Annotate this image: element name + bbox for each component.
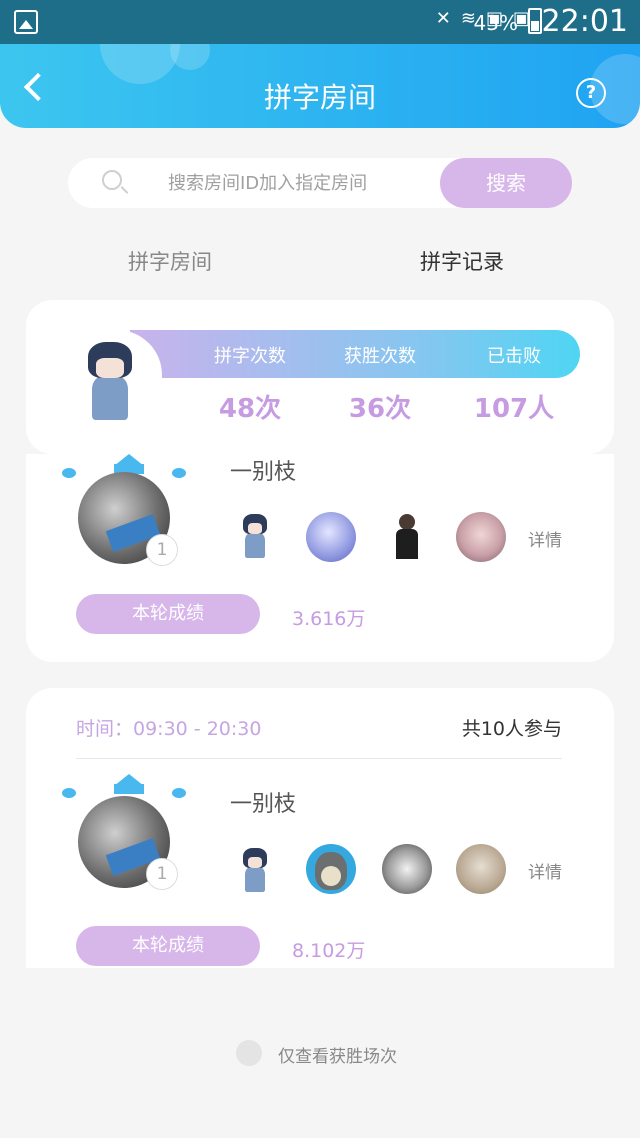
clock: 22:01: [541, 4, 628, 39]
winner-name: 一别枝: [230, 792, 297, 817]
stats-card: 拼字次数 获胜次数 已击败 48次 36次 107人: [26, 300, 614, 454]
participant-avatar: [238, 514, 272, 558]
wins-only-label[interactable]: 仅查看获胜场次: [278, 1042, 397, 1067]
round-score-value: 3.616万: [292, 608, 366, 630]
search-input[interactable]: [168, 158, 428, 208]
wing-decoration: [172, 468, 186, 478]
participant-avatar: [306, 512, 356, 562]
winner-avatar-group: 1: [62, 774, 202, 914]
page-title: 拼字房间: [263, 81, 376, 114]
participant-avatar: [382, 512, 432, 562]
gallery-icon: [14, 10, 38, 34]
details-link[interactable]: 详情: [528, 858, 562, 883]
search-bar: 搜索: [68, 158, 572, 208]
winner-avatar-group: 1: [62, 454, 202, 594]
tab-records[interactable]: 拼字记录: [420, 246, 504, 276]
stat-label-games: 拼字次数: [214, 346, 286, 367]
battery-percent: 43%: [473, 11, 518, 35]
participant-count: 共10人参与: [461, 718, 562, 740]
wing-decoration: [62, 788, 76, 798]
time-range: 时间：09:30 - 20:30: [76, 718, 262, 740]
app-header: 拼字房间 ?: [0, 44, 640, 128]
round-score-value: 8.102万: [292, 940, 366, 962]
participant-avatar: [456, 512, 506, 562]
vibrate-off-icon: ✕: [435, 8, 451, 29]
details-link[interactable]: 详情: [528, 526, 562, 551]
status-bar: ✕ ≋ ▣ ▣ 43% 22:01: [0, 0, 640, 44]
wins-only-toggle[interactable]: [236, 1040, 262, 1066]
battery-icon: [528, 8, 542, 34]
stat-value-games: 48次: [218, 394, 282, 424]
user-avatar: [78, 342, 142, 420]
participant-avatar: [382, 844, 432, 894]
crown-icon: [114, 774, 144, 794]
divider: [76, 758, 562, 759]
participant-avatar: [456, 844, 506, 894]
participant-avatar: [306, 844, 356, 894]
wing-decoration: [172, 788, 186, 798]
wing-decoration: [62, 468, 76, 478]
help-button[interactable]: ?: [576, 78, 606, 108]
round-score-button[interactable]: 本轮成绩: [76, 926, 260, 966]
bubble-decoration: [170, 44, 210, 70]
rank-badge: 1: [146, 858, 178, 890]
record-card: 时间：09:30 - 20:30 共10人参与 1 一别枝 详情 本轮成绩 8.…: [26, 688, 614, 968]
stat-label-wins: 获胜次数: [344, 346, 416, 367]
winner-name: 一别枝: [230, 460, 297, 485]
search-button[interactable]: 搜索: [440, 158, 572, 208]
stat-value-wins: 36次: [348, 394, 412, 424]
rank-badge: 1: [146, 534, 178, 566]
stat-label-defeated: 已击败: [487, 346, 541, 367]
search-icon: [102, 170, 122, 190]
stat-value-defeated: 107人: [473, 394, 555, 424]
record-card: 1 一别枝 详情 本轮成绩 3.616万: [26, 454, 614, 662]
round-score-button[interactable]: 本轮成绩: [76, 594, 260, 634]
participant-avatar: [238, 848, 272, 892]
tab-rooms[interactable]: 拼字房间: [128, 246, 212, 276]
crown-icon: [114, 454, 144, 474]
